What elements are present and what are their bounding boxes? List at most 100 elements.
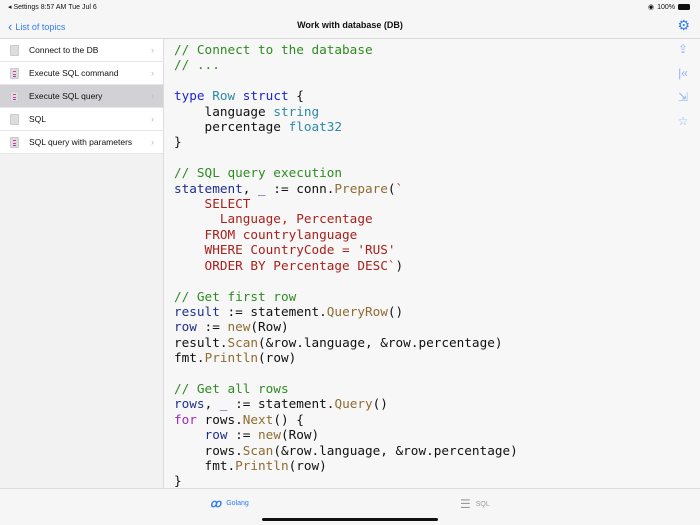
code-token: ` — [395, 180, 404, 196]
code-token: ) — [395, 257, 404, 273]
document-icon — [10, 90, 19, 102]
code-token: (&row.language, &row.percentage) — [258, 334, 503, 350]
code-token: result. — [174, 334, 228, 350]
code-token: } — [174, 473, 182, 489]
home-indicator — [262, 518, 438, 521]
code-token: Language, Percentage — [174, 211, 373, 227]
document-icon — [10, 67, 19, 79]
code-token: // ... — [174, 57, 220, 73]
code-line: Language, Percentage — [174, 211, 518, 226]
code-line: } — [174, 473, 518, 488]
code-token: Scan — [242, 442, 274, 458]
code-token: string — [273, 103, 320, 119]
code-token: (&row.language, &row.percentage) — [273, 442, 518, 458]
code-token: (row) — [258, 350, 297, 366]
share-icon[interactable]: ⇪ — [676, 42, 690, 57]
code-token: statement — [174, 180, 243, 196]
code-line: } — [174, 134, 518, 149]
gear-icon[interactable]: ⚙ — [677, 17, 690, 34]
code-line: type Row struct { — [174, 88, 518, 103]
code-token: () { — [273, 411, 304, 427]
code-line: rows.Scan(&row.language, &row.percentage… — [174, 443, 518, 458]
code-line: // Connect to the database — [174, 42, 518, 57]
chevron-right-icon: › — [151, 137, 154, 147]
code-token: rows — [174, 396, 205, 412]
code-token: percentage — [174, 119, 289, 135]
code-token: (Row) — [280, 427, 320, 443]
code-token: := statement. — [227, 396, 335, 412]
database-icon: ☰ — [460, 497, 471, 511]
code-token: Scan — [227, 334, 259, 350]
code-token: := conn. — [265, 180, 335, 196]
code-line: row := new(Row) — [174, 319, 518, 334]
document-icon — [10, 113, 19, 125]
status-left: ◂ Settings 8:57 AM Tue Jul 6 — [8, 4, 97, 11]
code-token: language — [174, 103, 274, 119]
tab-golang-label: Golang — [226, 500, 249, 507]
code-line: row := new(Row) — [174, 427, 518, 442]
sidebar-item[interactable]: Execute SQL query › — [0, 85, 163, 108]
toolbar: ⇪ |« ⇲ ☆ — [676, 42, 690, 129]
code-line: for rows.Next() { — [174, 412, 518, 427]
sidebar-item[interactable]: SQL › — [0, 108, 163, 131]
sidebar-item[interactable]: Connect to the DB › — [0, 39, 163, 62]
code-token: _ — [258, 180, 266, 196]
code-token: } — [174, 134, 182, 150]
chevron-right-icon: › — [151, 114, 154, 124]
code-line: // Get first row — [174, 289, 518, 304]
code-token: (row) — [288, 457, 327, 473]
code-token: type — [174, 88, 213, 104]
code-token: rows. — [204, 411, 243, 427]
code-token: new — [258, 427, 281, 443]
wifi-icon: ◉ — [647, 4, 655, 11]
code-token: new — [227, 319, 251, 335]
code-line: FROM countrylanguage — [174, 227, 518, 242]
code-line: fmt.Println(row) — [174, 458, 518, 473]
sidebar-item-label: Execute SQL query — [29, 91, 103, 101]
code-token: Next — [242, 411, 274, 427]
code-token: Query — [334, 396, 373, 412]
code-line: fmt.Println(row) — [174, 350, 518, 365]
code-token: , — [204, 396, 220, 412]
sidebar-item-label: SQL query with parameters — [29, 137, 133, 147]
code-token: QueryRow — [326, 303, 388, 319]
navigation-bar: ‹ List of topics Work with database (DB) … — [0, 13, 700, 39]
code-view: // Connect to the database// ... type Ro… — [174, 42, 518, 489]
collapse-icon[interactable]: |« — [676, 66, 690, 81]
sidebar-item[interactable]: SQL query with parameters › — [0, 131, 163, 154]
sidebar-item[interactable]: Execute SQL command › — [0, 62, 163, 85]
battery-text: 100% — [657, 3, 675, 11]
code-token: := — [227, 427, 259, 443]
sidebar: Connect to the DB › Execute SQL command › Ex… — [0, 39, 164, 488]
wrap-icon[interactable]: ⇲ — [676, 90, 690, 105]
code-token: SELECT — [174, 196, 251, 212]
code-token: := statement. — [219, 303, 327, 319]
code-line: percentage float32 — [174, 119, 518, 134]
code-token: Println — [235, 457, 289, 473]
code-line: // Get all rows — [174, 381, 518, 396]
tab-golang[interactable]: ꝏ Golang — [210, 497, 249, 510]
tab-sql-label: SQL — [475, 500, 490, 508]
star-icon[interactable]: ☆ — [676, 114, 690, 129]
code-token: struct — [242, 88, 297, 104]
code-token: row — [204, 427, 228, 443]
code-token: Row — [212, 88, 243, 104]
code-token: := — [196, 319, 228, 335]
code-line: result.Scan(&row.language, &row.percenta… — [174, 335, 518, 350]
code-token: // Connect to the database — [174, 42, 373, 57]
golang-icon: ꝏ — [210, 498, 222, 510]
code-line: SELECT — [174, 196, 518, 211]
code-line: ORDER BY Percentage DESC`) — [174, 258, 518, 273]
code-token: row — [174, 319, 197, 335]
code-token: // Get all rows — [174, 380, 289, 396]
code-token: , — [242, 180, 259, 196]
document-icon — [10, 44, 19, 56]
code-token: { — [296, 88, 304, 104]
code-token: () — [387, 303, 404, 319]
tab-sql[interactable]: ☰ SQL — [460, 497, 490, 511]
